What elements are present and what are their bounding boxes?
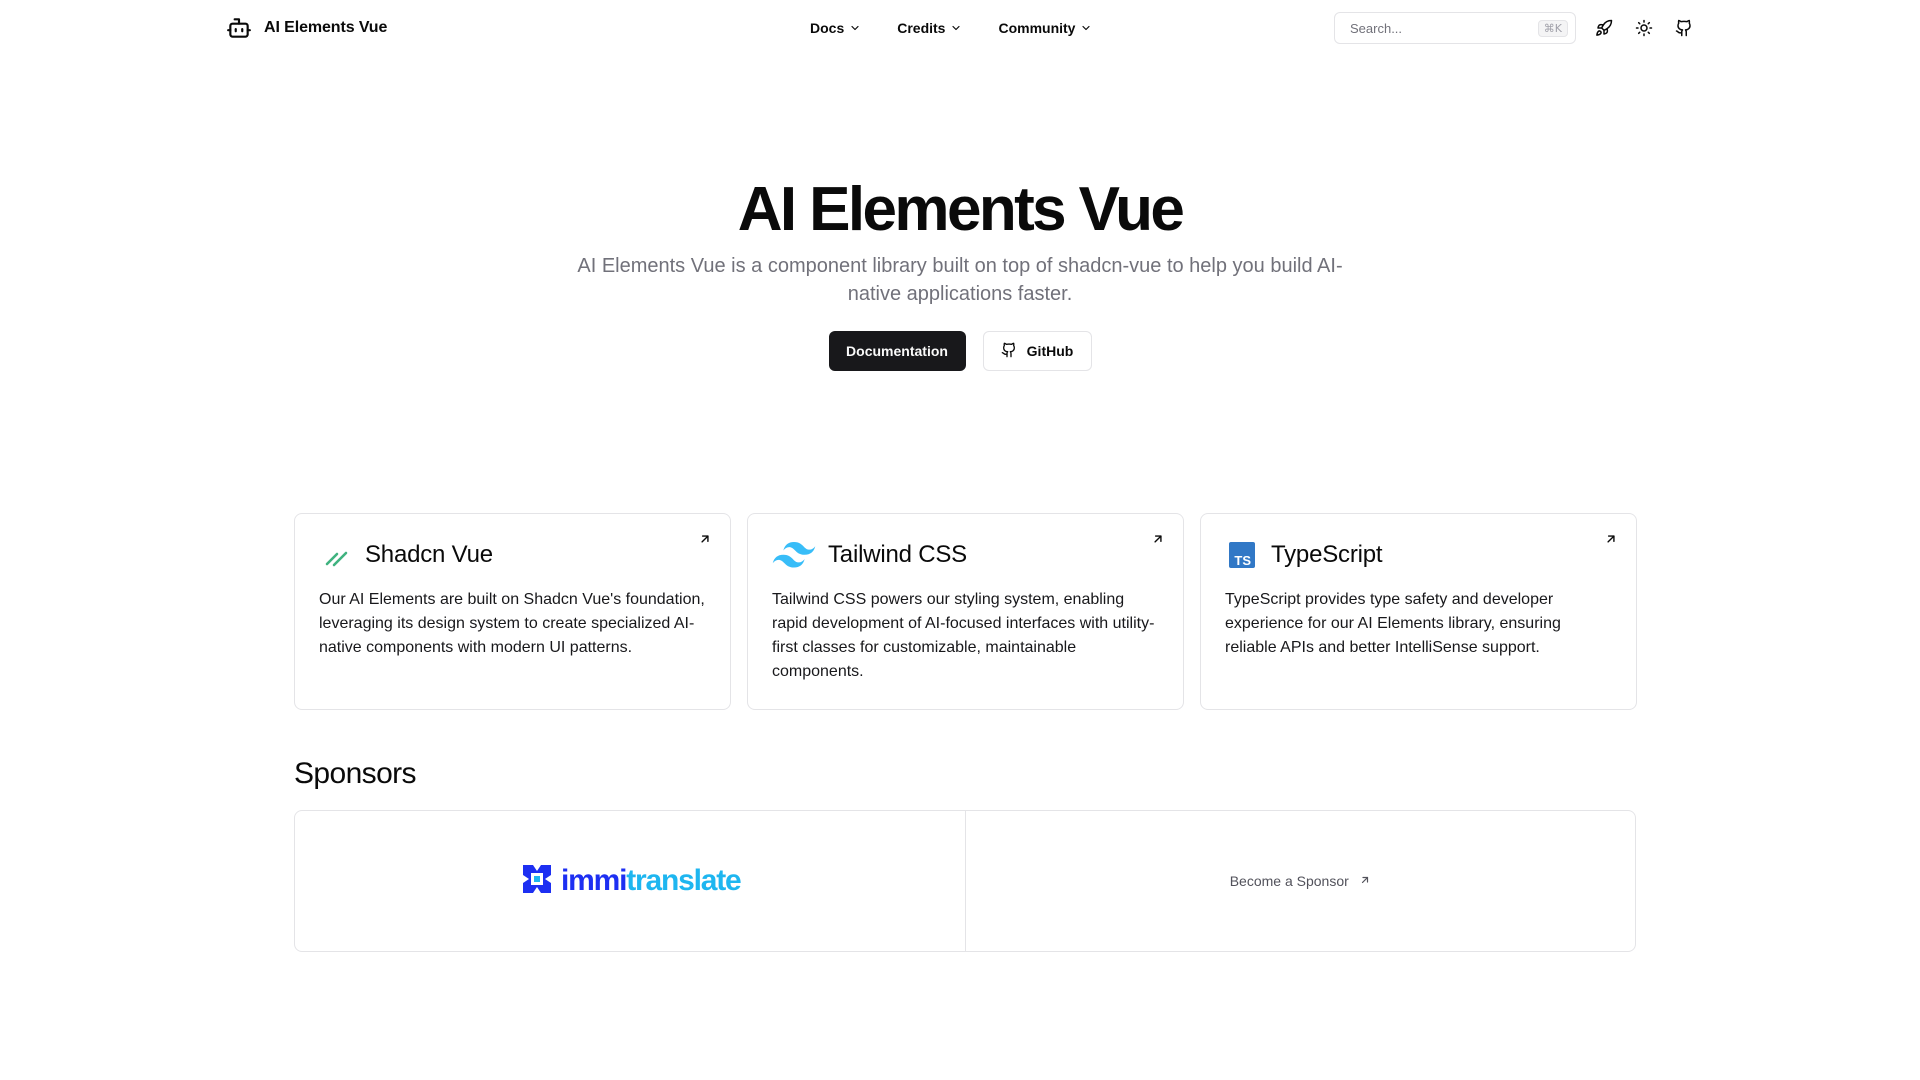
- main-nav: Docs Credits Community: [810, 14, 1092, 42]
- github-icon: [1001, 342, 1017, 361]
- immitranslate-sponsor-link[interactable]: immitranslate: [519, 861, 742, 902]
- nav-community-label: Community: [998, 20, 1076, 36]
- chevron-down-icon: [1080, 22, 1092, 34]
- arrow-up-right-icon: [698, 532, 712, 551]
- typescript-icon: TS: [1225, 538, 1259, 572]
- site-header: AI Elements Vue Docs Credits Community S…: [0, 0, 1920, 56]
- immitranslate-wordmark-part2: translate: [626, 864, 741, 897]
- robot-icon: [226, 15, 252, 41]
- sun-icon[interactable]: [1632, 16, 1656, 40]
- nav-docs-label: Docs: [810, 20, 845, 36]
- immitranslate-logo-icon: [519, 861, 555, 902]
- hero-subtitle: AI Elements Vue is a component library b…: [577, 255, 1343, 305]
- sponsors-title: Sponsors: [294, 757, 417, 790]
- sparkles-icon[interactable]: [1592, 16, 1616, 40]
- search-input[interactable]: Search... ⌘K: [1334, 12, 1576, 44]
- github-icon[interactable]: [1672, 16, 1696, 40]
- nav-credits[interactable]: Credits: [897, 20, 962, 36]
- nav-community[interactable]: Community: [998, 20, 1092, 36]
- immitranslate-wordmark: immitranslate: [561, 864, 742, 898]
- shadcn-vue-icon: [319, 538, 353, 572]
- arrow-up-right-icon: [1151, 532, 1165, 551]
- github-button[interactable]: GitHub: [982, 331, 1092, 371]
- feature-cards: Shadcn Vue Our AI Elements are built on …: [294, 513, 1637, 710]
- arrow-up-right-icon: [1359, 873, 1371, 889]
- card-title: Shadcn Vue: [365, 541, 493, 568]
- card-description: TypeScript provides type safety and deve…: [1225, 591, 1561, 656]
- search-shortcut: ⌘K: [1537, 19, 1568, 37]
- sponsors-grid: immitranslate Become a Sponsor: [294, 810, 1636, 952]
- become-sponsor-label: Become a Sponsor: [1229, 873, 1349, 889]
- card-description: Tailwind CSS powers our styling system, …: [772, 591, 1155, 680]
- card-title: TypeScript: [1271, 541, 1383, 568]
- github-button-label: GitHub: [1026, 343, 1074, 359]
- card-tailwind-css[interactable]: Tailwind CSS Tailwind CSS powers our sty…: [747, 513, 1184, 710]
- card-description: Our AI Elements are built on Shadcn Vue'…: [319, 591, 705, 656]
- arrow-up-right-icon: [1604, 532, 1618, 551]
- nav-credits-label: Credits: [897, 20, 946, 36]
- hero-actions: Documentation GitHub: [0, 331, 1920, 371]
- svg-text:TS: TS: [1234, 553, 1251, 568]
- search-placeholder: Search...: [1350, 20, 1403, 36]
- documentation-button[interactable]: Documentation: [828, 331, 966, 371]
- hero-title: AI Elements Vue: [737, 175, 1185, 244]
- tailwind-icon: [772, 538, 816, 572]
- card-title: Tailwind CSS: [828, 541, 967, 568]
- brand-link[interactable]: AI Elements Vue: [226, 14, 387, 42]
- chevron-down-icon: [849, 22, 861, 34]
- nav-docs[interactable]: Docs: [810, 20, 861, 36]
- brand-name: AI Elements Vue: [264, 19, 388, 36]
- card-shadcn-vue[interactable]: Shadcn Vue Our AI Elements are built on …: [294, 513, 731, 710]
- chevron-down-icon: [950, 22, 962, 34]
- sponsor-cell: immitranslate: [295, 811, 965, 951]
- sponsor-cell: Become a Sponsor: [964, 811, 1636, 951]
- card-typescript[interactable]: TS TypeScript TypeScript provides type s…: [1200, 513, 1637, 710]
- become-sponsor-link[interactable]: Become a Sponsor: [1230, 873, 1371, 889]
- immitranslate-wordmark-part1: immi: [561, 864, 627, 897]
